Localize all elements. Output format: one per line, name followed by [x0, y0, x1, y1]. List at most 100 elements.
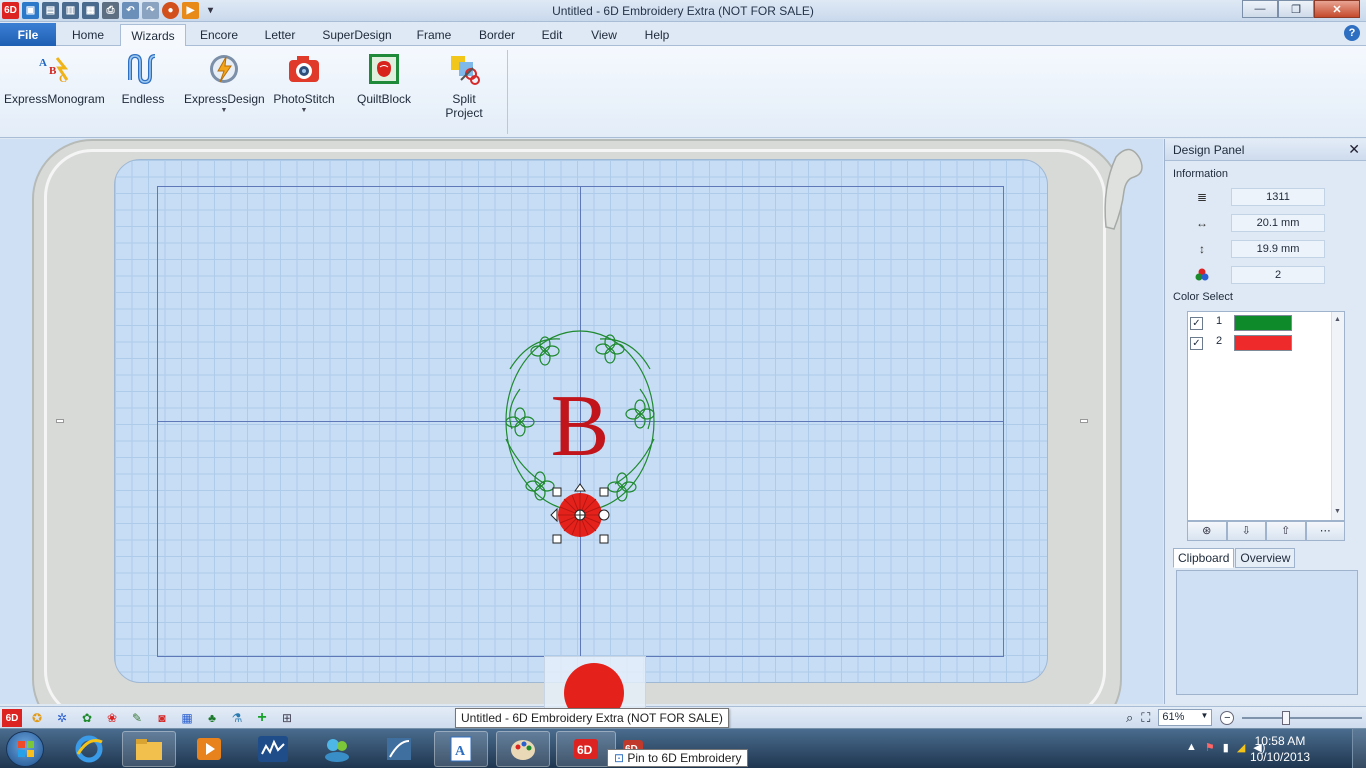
skew-handle[interactable]	[550, 507, 558, 523]
color-1-swatch[interactable]	[1234, 315, 1292, 331]
tab-superdesign[interactable]: SuperDesign	[314, 24, 400, 46]
internet-explorer-icon[interactable]	[62, 731, 116, 767]
stitch-count-icon: ≣	[1196, 190, 1208, 204]
messenger-icon[interactable]	[310, 731, 364, 767]
tab-border[interactable]: Border	[470, 24, 524, 46]
tab-help[interactable]: Help	[636, 24, 678, 46]
star-icon[interactable]: ✪	[27, 709, 47, 727]
resize-handle-sw[interactable]	[552, 534, 562, 544]
tab-overview[interactable]: Overview	[1235, 548, 1296, 568]
needle-icon[interactable]: ✎	[127, 709, 147, 727]
zoom-controls: ⌕ ⛶ 61% ▼ − +	[1126, 709, 1366, 726]
rotate-handle[interactable]	[598, 509, 610, 521]
show-hidden-icons-icon[interactable]: ▲	[1186, 741, 1197, 754]
taskbar-window-tooltip: Untitled - 6D Embroidery Extra (NOT FOR …	[455, 708, 729, 728]
zoom-slider[interactable]	[1242, 710, 1363, 725]
power-icon[interactable]: ▮	[1223, 741, 1229, 754]
zoom-to-hoop-icon[interactable]: ⛶	[1141, 710, 1150, 726]
maximize-button[interactable]: ❐	[1278, 0, 1314, 18]
zoom-to-selection-icon[interactable]: ⌕	[1126, 710, 1133, 726]
clipboard-area[interactable]	[1176, 570, 1358, 695]
tab-wizards[interactable]: Wizards	[120, 24, 186, 47]
help-icon[interactable]: ?	[1344, 25, 1360, 41]
minimize-button[interactable]: —	[1242, 0, 1278, 18]
add-design-icon[interactable]: ⊞	[277, 709, 297, 727]
design-workspace[interactable]: B	[0, 139, 1163, 704]
color-2-checkbox[interactable]: ✓	[1190, 337, 1203, 350]
color-row-1[interactable]: ✓ 1	[1190, 314, 1330, 332]
tab-frame[interactable]: Frame	[408, 24, 460, 46]
color-change-button[interactable]: ⊛	[1187, 521, 1227, 541]
color-1-checkbox[interactable]: ✓	[1190, 317, 1203, 330]
quiltblock-icon	[367, 52, 401, 86]
endless-label: Endless	[121, 92, 165, 106]
file-explorer-icon[interactable]	[122, 731, 176, 767]
top-handle[interactable]	[574, 483, 586, 492]
show-desktop-button[interactable]	[1352, 729, 1366, 768]
resize-handle-nw[interactable]	[552, 487, 562, 497]
design-panel: Design Panel ✕ Information ≣ 1311 ↔ 20.1…	[1164, 139, 1366, 704]
split-project-icon	[447, 52, 481, 86]
close-button[interactable]: ✕	[1314, 0, 1360, 18]
svg-text:6D: 6D	[577, 743, 593, 757]
add-icon[interactable]: +	[252, 709, 272, 727]
tree-icon[interactable]: ♣	[202, 709, 222, 727]
move-color-down-button[interactable]: ⇩	[1226, 521, 1266, 541]
photostitch-button[interactable]: PhotoStitch ▼	[272, 52, 336, 114]
color-list-scrollbar[interactable]: ▲ ▼	[1331, 312, 1344, 520]
camera-icon[interactable]: ◙	[152, 709, 172, 727]
app-logo-icon[interactable]: 6D	[2, 709, 22, 727]
scroll-down-icon[interactable]: ▼	[1334, 508, 1341, 515]
information-label: Information	[1173, 168, 1229, 180]
expressdesign-button[interactable]: ExpressDesign ▼	[184, 52, 265, 114]
embroidery-design-canvas[interactable]: B	[0, 139, 1163, 704]
swirl-icon[interactable]: ✿	[77, 709, 97, 727]
bottles-icon[interactable]: ⚗	[227, 709, 247, 727]
document-viewer-icon[interactable]: A	[434, 731, 488, 767]
tab-view[interactable]: View	[584, 24, 624, 46]
scroll-up-icon[interactable]: ▲	[1334, 316, 1341, 323]
paint-icon[interactable]	[496, 731, 550, 767]
tab-file[interactable]: File	[0, 23, 56, 46]
split-project-button[interactable]: Split Project	[436, 52, 492, 120]
pin-tooltip-text: Pin to 6D Embroidery	[627, 751, 742, 765]
resize-handle-se[interactable]	[599, 534, 609, 544]
zoom-out-button[interactable]: −	[1220, 710, 1235, 725]
color-2-swatch[interactable]	[1234, 335, 1292, 351]
tab-edit[interactable]: Edit	[532, 24, 572, 46]
clock-date: 10/10/2013	[1249, 750, 1310, 764]
color-row-2[interactable]: ✓ 2	[1190, 334, 1330, 352]
photostitch-label: PhotoStitch	[273, 92, 335, 106]
tab-encore[interactable]: Encore	[192, 24, 246, 46]
panel-close-button[interactable]: ✕	[1348, 141, 1360, 158]
tab-home[interactable]: Home	[62, 24, 114, 46]
design-panel-header: Design Panel ✕	[1165, 139, 1366, 161]
width-value: 20.1 mm	[1231, 214, 1325, 232]
zoom-dropdown-icon: ▼	[1200, 711, 1209, 720]
zoom-select[interactable]: 61% ▼	[1158, 709, 1213, 726]
network-icon[interactable]	[372, 731, 426, 767]
network-status-icon[interactable]: ◢	[1237, 741, 1245, 754]
color-select-list[interactable]: ✓ 1 ✓ 2 ▲ ▼	[1187, 311, 1345, 521]
tab-letter[interactable]: Letter	[254, 24, 306, 46]
4g-wimax-icon[interactable]	[246, 731, 300, 767]
color-count-icon	[1195, 268, 1209, 282]
zoom-slider-thumb[interactable]	[1282, 710, 1291, 725]
move-color-up-button[interactable]: ⇧	[1266, 521, 1306, 541]
media-player-icon[interactable]	[182, 731, 236, 767]
expressmonogram-button[interactable]: ABC ExpressMonogram	[4, 52, 105, 106]
color-options-button[interactable]: ⋯	[1305, 521, 1345, 541]
sparkle-icon[interactable]: ✲	[52, 709, 72, 727]
svg-text:B: B	[49, 65, 57, 77]
action-center-icon[interactable]: ⚑	[1205, 741, 1215, 754]
resize-handle-ne[interactable]	[599, 487, 609, 497]
clock[interactable]: 10:58 AM 10/10/2013	[1250, 733, 1310, 765]
design-panel-title: Design Panel	[1173, 143, 1245, 157]
rose-icon[interactable]: ❀	[102, 709, 122, 727]
height-row: ↕ 19.9 mm	[1181, 240, 1341, 258]
endless-button[interactable]: Endless	[118, 52, 168, 106]
tab-clipboard[interactable]: Clipboard	[1173, 548, 1235, 568]
grid-icon[interactable]: ▦	[177, 709, 197, 727]
quiltblock-button[interactable]: QuiltBlock	[352, 52, 416, 106]
start-button[interactable]	[6, 731, 44, 767]
